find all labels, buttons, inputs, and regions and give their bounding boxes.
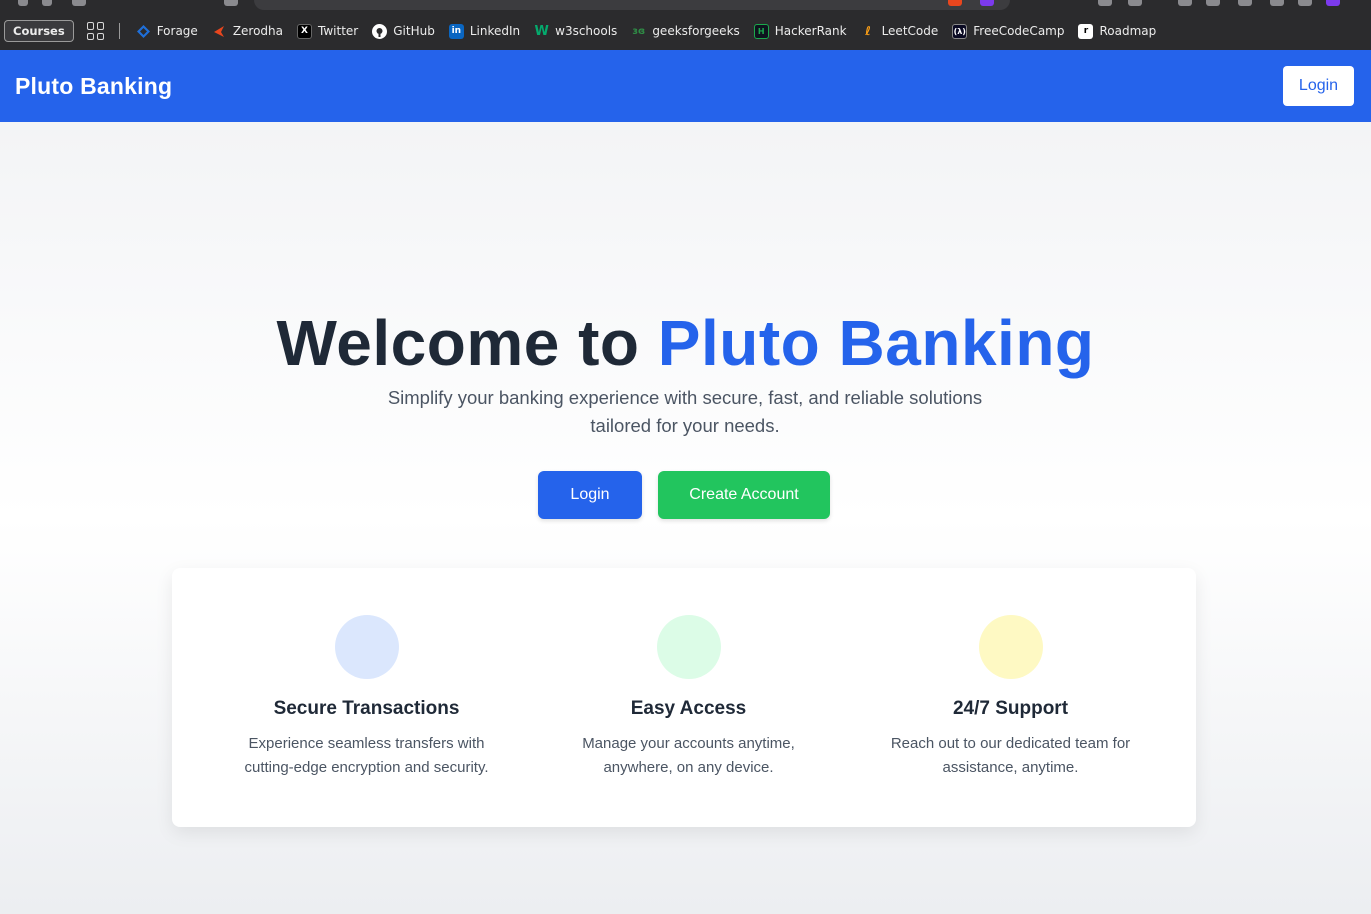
leetcode-icon: ℓ bbox=[865, 24, 871, 38]
bookmark-linkedin[interactable]: in LinkedIn bbox=[448, 23, 521, 39]
feature-icon-circle bbox=[657, 615, 721, 679]
feature-title: Easy Access bbox=[630, 698, 747, 719]
shield-icon[interactable] bbox=[1298, 0, 1312, 6]
bookmark-github[interactable]: GitHub bbox=[372, 23, 435, 39]
back-icon[interactable] bbox=[18, 0, 28, 6]
feature-icon-circle bbox=[335, 615, 399, 679]
zerodha-icon bbox=[212, 24, 227, 39]
address-bar[interactable] bbox=[254, 0, 1010, 10]
feature-description: Manage your accounts anytime, anywhere, … bbox=[582, 735, 795, 776]
hero-title-accent: Pluto Banking bbox=[657, 307, 1095, 379]
bookmark-label: Twitter bbox=[318, 24, 359, 38]
profile-avatar-icon[interactable] bbox=[1326, 0, 1340, 6]
hero-title: Welcome to Pluto Banking bbox=[0, 308, 1371, 378]
bookmark-label: Forage bbox=[156, 24, 198, 38]
bookmark-star-icon[interactable] bbox=[224, 0, 238, 6]
hero-actions: Login Create Account bbox=[538, 471, 830, 519]
bookmark-forage[interactable]: Forage bbox=[136, 24, 198, 39]
feature-description: Experience seamless transfers with cutti… bbox=[244, 735, 489, 776]
freecodecamp-icon: (λ) bbox=[952, 23, 968, 39]
geeksforgeeks-icon: ɜɞ bbox=[632, 25, 646, 37]
site-navbar: Pluto Banking Login bbox=[0, 50, 1371, 122]
forage-icon bbox=[136, 24, 151, 39]
apps-grid-icon[interactable] bbox=[86, 22, 105, 40]
feature-title: Secure Transactions bbox=[273, 698, 460, 719]
hero-login-button[interactable]: Login bbox=[538, 471, 642, 519]
extension-icon[interactable] bbox=[980, 0, 994, 6]
settings-icon[interactable] bbox=[1178, 0, 1192, 6]
brand-logo-text[interactable]: Pluto Banking bbox=[15, 73, 172, 100]
bookmark-hackerrank[interactable]: H HackerRank bbox=[753, 23, 847, 39]
bookmark-label: geeksforgeeks bbox=[652, 24, 740, 38]
bookmark-twitter[interactable]: X Twitter bbox=[297, 23, 359, 39]
bookmark-roadmap[interactable]: r Roadmap bbox=[1078, 23, 1157, 39]
roadmap-icon: r bbox=[1078, 23, 1094, 39]
feature-icon-circle bbox=[979, 615, 1043, 679]
reload-icon[interactable] bbox=[72, 0, 86, 6]
bookmark-label: Roadmap bbox=[1099, 24, 1157, 38]
bookmark-label: GitHub bbox=[393, 24, 435, 38]
bookmarks-divider bbox=[118, 23, 120, 39]
navbar-login-button[interactable]: Login bbox=[1283, 66, 1354, 106]
w3schools-icon: W bbox=[534, 23, 549, 39]
feature-description: Reach out to our dedicated team for assi… bbox=[890, 735, 1131, 776]
linkedin-icon: in bbox=[448, 23, 464, 39]
create-account-button[interactable]: Create Account bbox=[658, 471, 830, 519]
bookmark-folder-courses[interactable]: Courses bbox=[4, 20, 74, 42]
forward-icon[interactable] bbox=[42, 0, 52, 6]
bookmark-label: HackerRank bbox=[774, 24, 847, 38]
features-card: Secure Transactions Experience seamless … bbox=[172, 568, 1196, 827]
bookmark-label: LinkedIn bbox=[469, 24, 521, 38]
feature-easy-access: Easy Access Manage your accounts anytime… bbox=[523, 568, 845, 827]
bookmark-freecodecamp[interactable]: (λ) FreeCodeCamp bbox=[952, 23, 1065, 39]
bookmark-label: FreeCodeCamp bbox=[973, 24, 1065, 38]
bookmark-label: LeetCode bbox=[881, 24, 939, 38]
github-icon bbox=[372, 23, 388, 39]
bookmark-geeksforgeeks[interactable]: ɜɞ geeksforgeeks bbox=[631, 24, 739, 39]
feature-support: 24/7 Support Reach out to our dedicated … bbox=[845, 568, 1167, 827]
feature-secure-transactions: Secure Transactions Experience seamless … bbox=[201, 568, 523, 827]
brave-shield-icon[interactable] bbox=[948, 0, 962, 6]
browser-toolbar bbox=[0, 0, 1371, 12]
hackerrank-icon: H bbox=[753, 23, 769, 39]
hero-subtitle: Simplify your banking experience with se… bbox=[387, 387, 983, 436]
bookmark-leetcode[interactable]: ℓ LeetCode bbox=[861, 24, 939, 39]
bookmark-w3schools[interactable]: W w3schools bbox=[534, 24, 617, 39]
x-twitter-icon: X bbox=[297, 23, 313, 39]
pin-icon[interactable] bbox=[1270, 0, 1284, 6]
feature-title: 24/7 Support bbox=[952, 698, 1069, 719]
tab-icon[interactable] bbox=[1128, 0, 1142, 6]
extensions-icon[interactable] bbox=[1098, 0, 1112, 6]
bookmarks-bar: Courses Forage Zerodha X Twitter GitHub … bbox=[0, 12, 1371, 50]
bookmark-label: w3schools bbox=[555, 24, 618, 38]
download-icon[interactable] bbox=[1206, 0, 1220, 6]
window-icon[interactable] bbox=[1238, 0, 1252, 6]
hero-title-prefix: Welcome to bbox=[276, 307, 658, 379]
bookmark-zerodha[interactable]: Zerodha bbox=[212, 24, 283, 39]
bookmark-label: Zerodha bbox=[232, 24, 284, 38]
main-content: Welcome to Pluto Banking Simplify your b… bbox=[0, 122, 1371, 914]
